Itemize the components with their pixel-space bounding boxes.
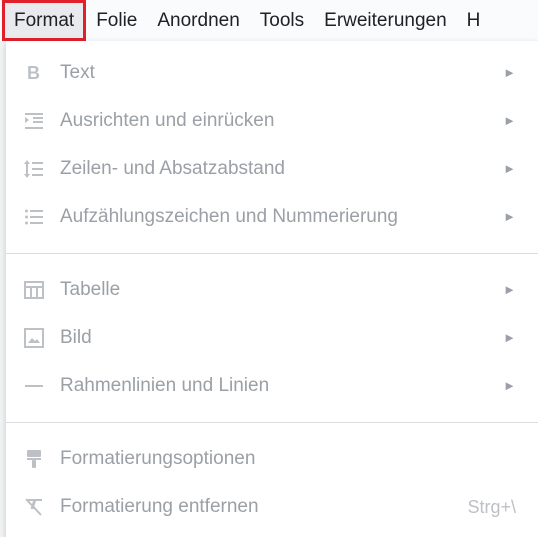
menu-item-label: Tabelle [60,279,121,300]
submenu-arrow-icon: ► [503,209,516,224]
image-icon [22,326,46,350]
menu-item-label: Zeilen- und Absatzabstand [60,158,285,179]
menu-item-image[interactable]: Bild ► [6,314,538,362]
menu-item-label: Aufzählungszeichen und Nummerierung [60,206,398,227]
table-icon [22,278,46,302]
menu-hilfe[interactable]: H [457,0,491,41]
menu-item-table[interactable]: Tabelle ► [6,266,538,314]
menu-item-bullets-numbering[interactable]: Aufzählungszeichen und Nummerierung ► [6,193,538,241]
menu-item-label: Text [60,62,95,83]
menu-item-label: Bild [60,327,92,348]
submenu-arrow-icon: ► [503,65,516,80]
submenu-arrow-icon: ► [503,113,516,128]
submenu-arrow-icon: ► [503,330,516,345]
menu-item-align-indent[interactable]: Ausrichten und einrücken ► [6,97,538,145]
indent-icon [22,109,46,133]
menu-anordnen[interactable]: Anordnen [147,0,249,41]
menu-item-clear-formatting[interactable]: Formatierung entfernen Strg+\ [6,483,538,531]
menu-item-label: Formatierung entfernen [60,496,259,517]
menu-item-format-options[interactable]: Formatierungsoptionen [6,435,538,483]
submenu-arrow-icon: ► [503,161,516,176]
menu-folie[interactable]: Folie [86,0,147,41]
menu-item-label: Rahmenlinien und Linien [60,375,270,396]
clear-formatting-icon [22,495,46,519]
menu-item-label: Formatierungsoptionen [60,448,256,469]
line-spacing-icon [22,157,46,181]
menu-tools[interactable]: Tools [250,0,314,41]
border-line-icon [22,374,46,398]
menu-divider [6,253,538,254]
submenu-arrow-icon: ► [503,378,516,393]
format-dropdown-menu: B Text ► Ausrichten und einrücken ► Zeil… [6,41,538,537]
menu-divider [6,422,538,423]
menu-item-line-spacing[interactable]: Zeilen- und Absatzabstand ► [6,145,538,193]
menu-erweiterungen[interactable]: Erweiterungen [314,0,457,41]
svg-text:B: B [27,63,40,83]
bold-icon: B [22,61,46,85]
shortcut-hint: Strg+\ [467,497,516,517]
menu-item-label: Ausrichten und einrücken [60,110,275,131]
paint-roller-icon [22,447,46,471]
menu-item-borders-lines[interactable]: Rahmenlinien und Linien ► [6,362,538,410]
bulleted-list-icon [22,205,46,229]
menu-format[interactable]: Format [2,0,87,41]
menu-bar: Format Folie Anordnen Tools Erweiterunge… [0,0,538,41]
submenu-arrow-icon: ► [503,282,516,297]
menu-item-text[interactable]: B Text ► [6,49,538,97]
